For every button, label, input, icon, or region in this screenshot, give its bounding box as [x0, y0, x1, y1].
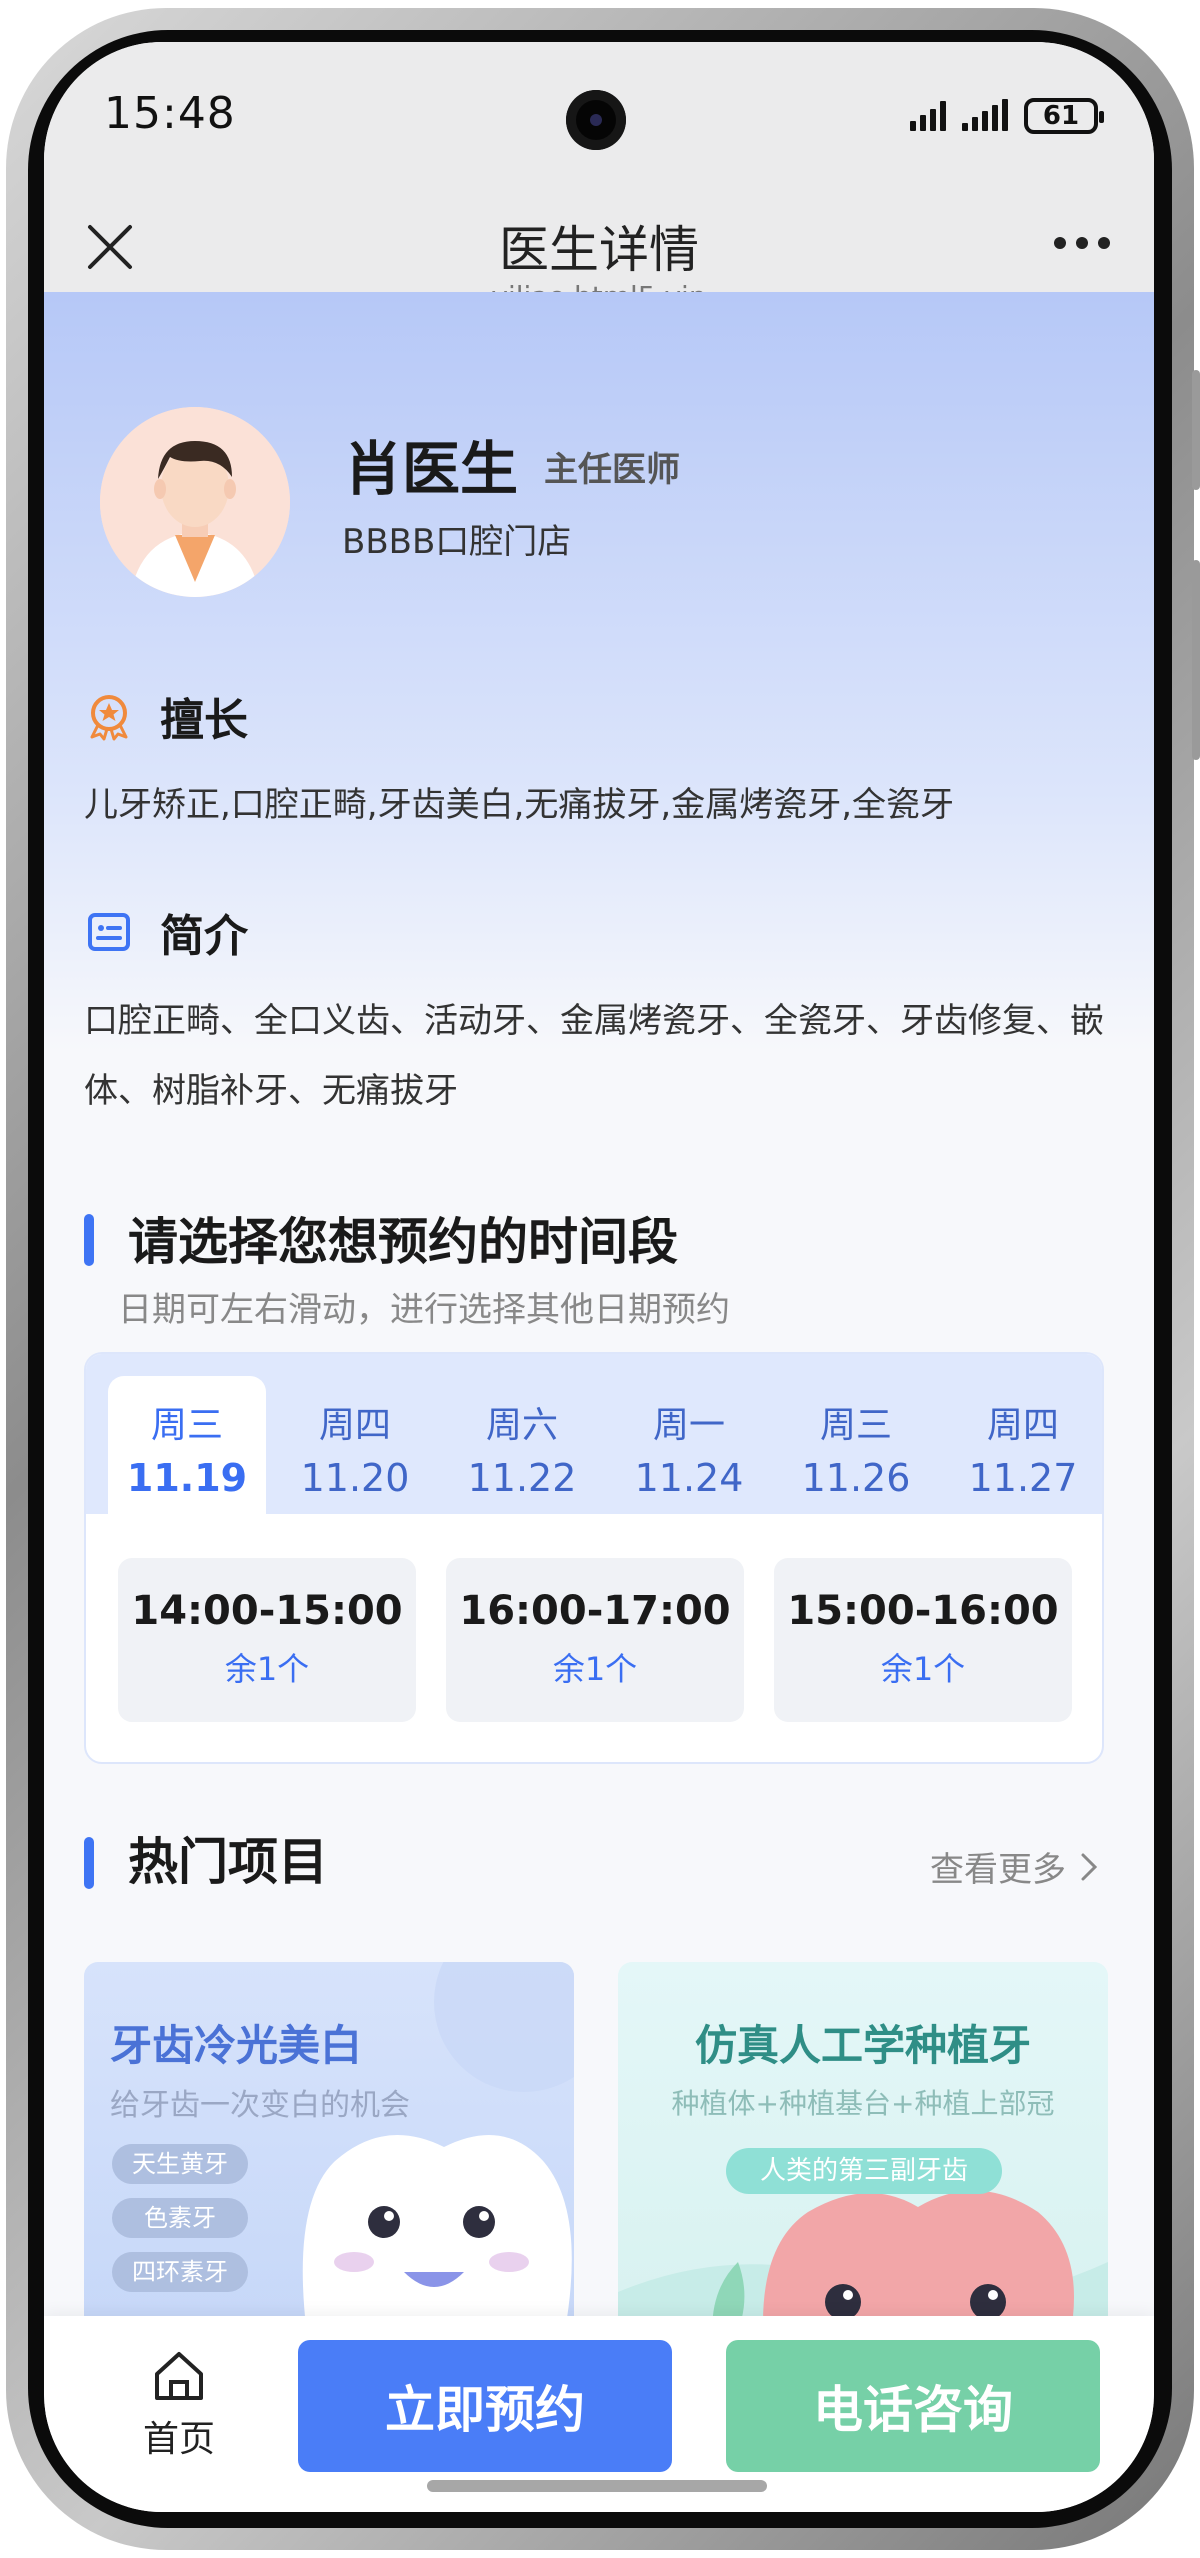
more-dot-icon: [1076, 237, 1088, 249]
date-tab-weekday: 周一: [652, 1405, 725, 1446]
top-bar: 15:48 61 医生详情 yiliao.html5.vip: [44, 42, 1154, 313]
book-now-button[interactable]: 立即预约: [298, 2340, 672, 2472]
page-title: 医生详情: [499, 221, 699, 279]
time-slot-time: 16:00-17:00: [459, 1588, 731, 1634]
date-tab-date: 11.27: [968, 1456, 1078, 1500]
doctor-clinic: BBBB口腔门店: [342, 522, 572, 562]
specialty-text: 儿牙矫正,口腔正畸,牙齿美白,无痛拔牙,金属烤瓷牙,全瓷牙: [84, 785, 955, 825]
time-slot[interactable]: 15:00-16:00 余1个: [774, 1558, 1072, 1722]
phone-consult-button[interactable]: 电话咨询: [726, 2340, 1100, 2472]
promo-subtitle: 种植体+种植基台+种植上部冠: [671, 2087, 1055, 2120]
doctor-avatar-illustration: [100, 407, 290, 597]
date-tab-date: 11.22: [467, 1456, 577, 1500]
home-indicator[interactable]: [427, 2480, 767, 2492]
volume-button: [1192, 370, 1200, 490]
see-more-label: 查看更多: [930, 1850, 1066, 1890]
date-tab[interactable]: 周四 11.20: [276, 1376, 434, 1514]
booking-hint: 日期可左右滑动，进行选择其他日期预约: [118, 1290, 730, 1330]
promo-tag: 色素牙: [112, 2198, 248, 2238]
intro-header: 简介: [84, 900, 248, 964]
date-tab-weekday: 周六: [485, 1405, 558, 1446]
promo-subtitle: 给牙齿一次变白的机会: [110, 2088, 410, 2123]
power-button: [1192, 560, 1200, 760]
signal-icon: [910, 101, 946, 131]
date-tab-date: 11.26: [801, 1456, 911, 1500]
date-tab-weekday: 周四: [986, 1405, 1059, 1446]
more-dot-icon: [1098, 237, 1110, 249]
front-camera: [566, 90, 626, 150]
date-picker-card: 周三 11.19 周四 11.20 周六 11.22 周一 11.24 周三 1…: [84, 1352, 1104, 1764]
date-tab-date: 11.24: [634, 1456, 744, 1500]
date-tab-date: 11.19: [126, 1456, 248, 1500]
time-slot-remaining: 余1个: [880, 1650, 966, 1688]
intro-text: 口腔正畸、全口义齿、活动牙、金属烤瓷牙、全瓷牙、牙齿修复、嵌体、树脂补牙、无痛拔…: [84, 1001, 1104, 1111]
doctor-avatar: [100, 407, 290, 597]
time-slot-time: 15:00-16:00: [787, 1588, 1059, 1634]
more-dot-icon: [1054, 237, 1066, 249]
signal-icon-2: [962, 99, 1008, 131]
date-tab[interactable]: 周一 11.24: [610, 1376, 768, 1514]
doctor-title: 主任医师: [544, 450, 680, 490]
status-icons: 61: [910, 98, 1104, 134]
booking-title: 请选择您想预约的时间段: [128, 1213, 678, 1271]
section-accent-bar: [84, 1837, 94, 1889]
see-more-link[interactable]: 查看更多: [930, 1842, 1098, 1891]
battery-icon: 61: [1024, 98, 1104, 134]
profile-card-icon: [88, 913, 130, 951]
app-screen: 15:48 61 医生详情 yiliao.html5.vip: [44, 42, 1154, 2512]
promo-tag: 四环素牙: [112, 2252, 248, 2292]
promo-tag: 天生黄牙: [112, 2144, 248, 2184]
date-tab-date: 11.20: [300, 1456, 410, 1500]
time-slot[interactable]: 14:00-15:00 余1个: [118, 1558, 416, 1722]
date-tab-weekday: 周三: [150, 1405, 223, 1446]
promo-title: 牙齿冷光美白: [110, 2021, 363, 2070]
date-tab-selected[interactable]: 周三 11.19: [108, 1376, 266, 1514]
time-slot[interactable]: 16:00-17:00 余1个: [446, 1558, 744, 1722]
home-tab-label: 首页: [142, 2419, 215, 2460]
date-tab[interactable]: 周六 11.22: [443, 1376, 601, 1514]
date-tabs[interactable]: 周三 11.19 周四 11.20 周六 11.22 周一 11.24 周三 1…: [86, 1354, 1102, 1514]
time-slot-time: 14:00-15:00: [131, 1588, 403, 1634]
specialty-label: 擅长: [160, 695, 248, 746]
medal-icon: [90, 695, 128, 741]
intro-label: 简介: [160, 911, 248, 962]
more-button[interactable]: [1054, 237, 1110, 249]
date-tab[interactable]: 周三 11.26: [777, 1376, 935, 1514]
date-tab-weekday: 周三: [819, 1405, 892, 1446]
status-time: 15:48: [104, 88, 236, 139]
promo-badge: 人类的第三副牙齿: [726, 2148, 1002, 2194]
specialty-header: 擅长: [84, 684, 248, 748]
section-accent-bar: [84, 1214, 94, 1266]
home-icon: [155, 2352, 203, 2400]
time-slot-remaining: 余1个: [552, 1650, 638, 1688]
date-tab[interactable]: 周四 11.27: [944, 1376, 1102, 1514]
time-slot-remaining: 余1个: [224, 1650, 310, 1688]
doctor-detail-content: 肖医生 主任医师 BBBB口腔门店 擅长 儿牙矫正,口腔正畸,牙齿美白,无痛拔牙…: [44, 292, 1154, 2382]
promo-title: 仿真人工学种植牙: [694, 2021, 1031, 2070]
doctor-name: 肖医生: [344, 435, 519, 503]
date-tab-weekday: 周四: [318, 1405, 391, 1446]
hot-section-title: 热门项目: [128, 1833, 328, 1891]
chevron-right-icon: [1081, 1853, 1098, 1880]
home-tab[interactable]: 首页: [134, 2348, 224, 2462]
